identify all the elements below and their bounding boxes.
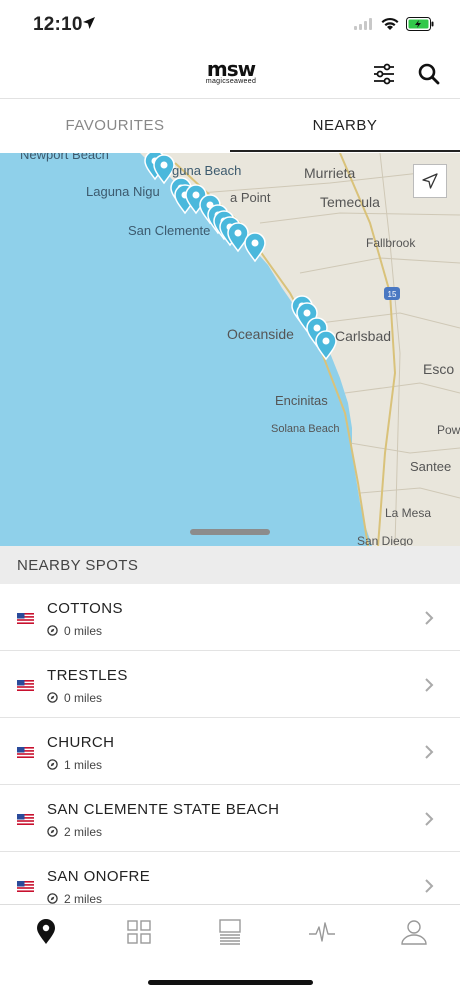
- profile-tab-icon[interactable]: [399, 917, 429, 947]
- wifi-icon: [381, 17, 399, 30]
- map-label-san-clemente: San Clemente: [128, 223, 211, 238]
- drawer-drag-handle[interactable]: [190, 529, 270, 535]
- map-label-murrieta: Murrieta: [304, 165, 356, 181]
- map-label-dana-point: a Point: [230, 190, 271, 205]
- filter-sliders-icon[interactable]: [372, 62, 396, 86]
- chevron-right-icon: [425, 879, 434, 893]
- status-bar: 12:10: [0, 0, 460, 50]
- us-flag-icon: [17, 747, 34, 758]
- status-time: 12:10: [33, 14, 83, 35]
- compass-icon: [47, 826, 58, 837]
- tab-favourites[interactable]: FAVOURITES: [0, 99, 230, 152]
- chevron-right-icon: [425, 812, 434, 826]
- map-label-newport-beach: Newport Beach: [20, 153, 109, 162]
- map-label-temecula: Temecula: [320, 194, 380, 210]
- spot-distance: 2 miles: [64, 892, 103, 904]
- compass-icon: [47, 625, 58, 636]
- map-label-la-mesa: La Mesa: [385, 506, 432, 520]
- map-label-escondido: Esco: [423, 361, 455, 377]
- chevron-right-icon: [425, 745, 434, 759]
- list-tab-icon[interactable]: [215, 917, 245, 947]
- spot-distance: 1 miles: [64, 758, 103, 772]
- battery-icon: [406, 17, 434, 31]
- pulse-tab-icon[interactable]: [307, 917, 337, 947]
- us-flag-icon: [17, 613, 34, 624]
- us-flag-icon: [17, 881, 34, 892]
- section-title: NEARBY SPOTS: [17, 557, 139, 574]
- logo-mark: msw: [206, 57, 256, 81]
- locate-me-button[interactable]: [413, 164, 447, 198]
- spot-name: COTTONS: [47, 600, 123, 617]
- nearby-map[interactable]: 5 15 Newport Beach guna Beach Laguna Nig…: [0, 153, 460, 546]
- app-header: msw magicseaweed: [0, 50, 460, 99]
- list-item[interactable]: COTTONS 0 miles: [0, 584, 460, 651]
- compass-icon: [47, 759, 58, 770]
- map-label-san-diego: San Diego: [357, 534, 414, 546]
- location-arrow-icon: [83, 17, 95, 29]
- us-flag-icon: [17, 680, 34, 691]
- spot-name: CHURCH: [47, 734, 115, 751]
- map-label-poway: Pow: [437, 423, 460, 437]
- home-indicator: [148, 980, 313, 985]
- us-flag-icon: [17, 814, 34, 825]
- grid-tab-icon[interactable]: [124, 917, 154, 947]
- location-arrow-icon: [422, 173, 438, 189]
- chevron-right-icon: [425, 611, 434, 625]
- map-label-laguna-beach: guna Beach: [172, 163, 242, 178]
- map-label-solana-beach: Solana Beach: [271, 423, 340, 435]
- logo-subtitle: magicseaweed: [205, 78, 257, 85]
- spot-distance: 0 miles: [64, 691, 103, 705]
- list-item[interactable]: CHURCH 1 miles: [0, 718, 460, 785]
- chevron-right-icon: [425, 678, 434, 692]
- list-item[interactable]: TRESTLES 0 miles: [0, 651, 460, 718]
- map-label-oceanside: Oceanside: [227, 326, 294, 342]
- spot-name: TRESTLES: [47, 667, 128, 684]
- spot-name: SAN ONOFRE: [47, 868, 151, 885]
- map-pin-tab-icon[interactable]: [31, 917, 61, 947]
- list-item[interactable]: SAN ONOFRE 2 miles: [0, 852, 460, 904]
- spot-distance: 0 miles: [64, 624, 103, 638]
- compass-icon: [47, 692, 58, 703]
- segment-tabs: FAVOURITES NEARBY: [0, 99, 460, 152]
- svg-text:15: 15: [388, 290, 397, 299]
- spot-list: COTTONS 0 miles TRESTLES 0 miles CHURCH …: [0, 584, 460, 904]
- nearby-spots-header: NEARBY SPOTS: [0, 546, 460, 584]
- map-label-encinitas: Encinitas: [275, 393, 328, 408]
- list-item[interactable]: SAN CLEMENTE STATE BEACH 2 miles: [0, 785, 460, 852]
- interstate-15-shield: 15: [384, 287, 400, 300]
- compass-icon: [47, 893, 58, 904]
- map-label-santee: Santee: [410, 459, 452, 474]
- map-label-laguna-niguel: Laguna Nigu: [86, 184, 160, 199]
- cellular-signal-icon: [354, 18, 372, 30]
- spot-name: SAN CLEMENTE STATE BEACH: [47, 801, 280, 818]
- msw-logo: msw magicseaweed: [198, 57, 264, 86]
- spot-distance: 2 miles: [64, 825, 103, 839]
- tab-nearby[interactable]: NEARBY: [230, 99, 460, 152]
- map-label-carlsbad: Carlsbad: [335, 328, 392, 344]
- search-icon[interactable]: [417, 62, 441, 86]
- map-canvas[interactable]: 5 15: [0, 153, 460, 546]
- map-label-fallbrook: Fallbrook: [366, 236, 416, 250]
